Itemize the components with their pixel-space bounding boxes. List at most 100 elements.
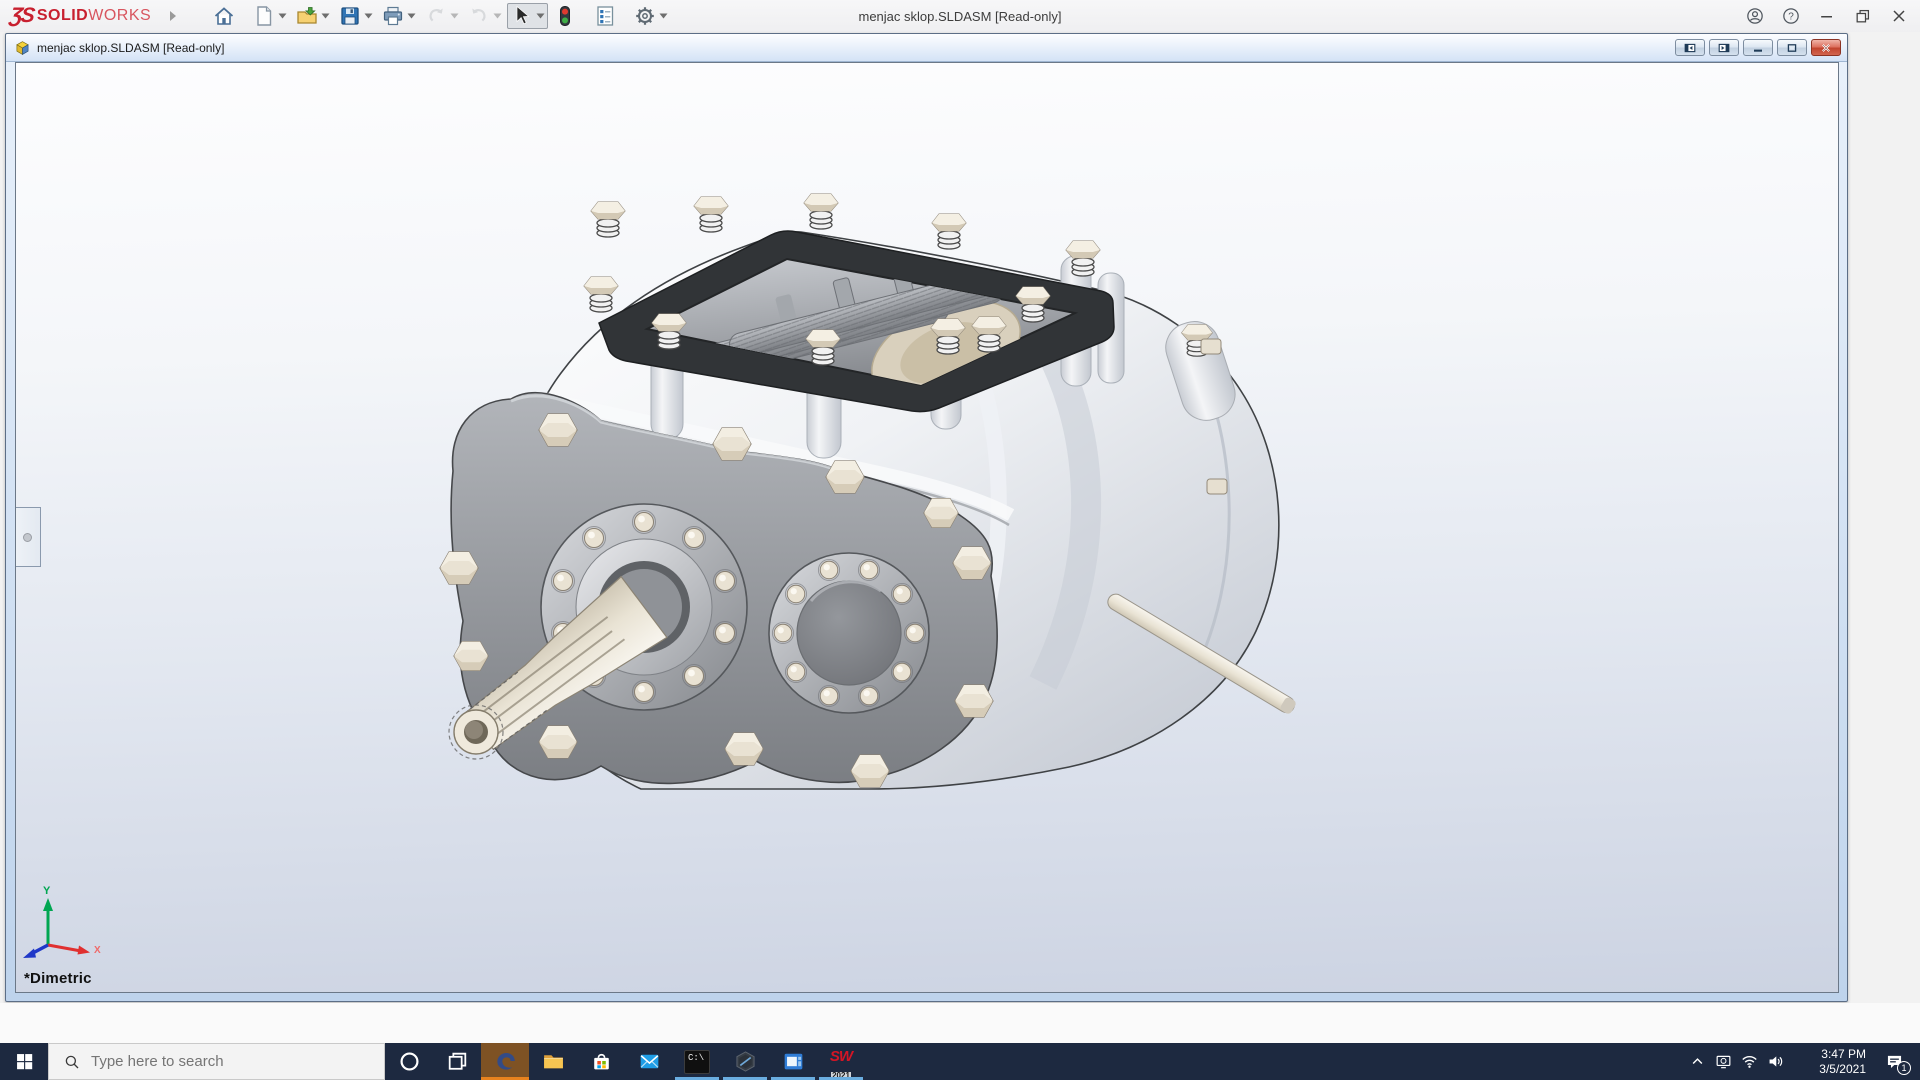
doc-restore-button[interactable] [1777,39,1807,56]
redo-button[interactable] [464,3,505,29]
search-input[interactable] [91,1053,351,1070]
taskbar-clock[interactable]: 3:47 PM 3/5/2021 [1794,1047,1866,1077]
taskbar-media-window-app[interactable] [769,1043,817,1080]
restore-button[interactable] [1848,3,1878,29]
save-button[interactable] [335,3,376,29]
volume-icon [1766,1052,1785,1071]
open-button[interactable] [292,3,333,29]
clock-time: 3:47 PM [1821,1046,1866,1061]
rebuild-icon [553,4,577,28]
taskbar-cortana[interactable] [385,1043,433,1080]
collapsed-panel-tab[interactable] [16,507,41,567]
close-icon [1889,6,1909,26]
doc-minimize-button[interactable] [1743,39,1773,56]
panel-tab-handle-icon [23,532,32,542]
doc-pane-toggle-left-icon [1682,43,1698,53]
print-dropdown-arrow-icon[interactable] [407,13,416,19]
taskbar-mail[interactable] [625,1043,673,1080]
tray-icons [1684,1043,1788,1080]
restore-icon [1853,6,1873,26]
save-icon [338,4,362,28]
document-titlebar[interactable]: menjac sklop.SLDASM [Read-only] [6,34,1847,62]
new-document-button[interactable] [249,3,290,29]
doc-close-button[interactable] [1811,39,1841,56]
taskbar-file-explorer[interactable] [529,1043,577,1080]
options-dropdown-arrow-icon[interactable] [659,13,668,19]
wifi-icon [1740,1052,1759,1071]
file-explorer-icon [541,1049,566,1074]
taskbar-solidworks-2021[interactable]: SW 2021 [817,1043,865,1080]
home-icon [212,4,236,28]
minimize-button[interactable] [1812,3,1842,29]
home-button[interactable] [209,3,239,29]
taskbar-command-prompt[interactable]: C:\ [673,1043,721,1080]
command-prompt-icon: C:\ [684,1049,710,1074]
new-document-dropdown-arrow-icon[interactable] [278,13,287,19]
print-icon [381,4,405,28]
minimize-icon [1817,6,1837,26]
doc-pane-toggle-right-icon [1716,43,1732,53]
gear-icon [633,4,657,28]
notification-badge: 1 [1897,1061,1911,1075]
cortana-icon [397,1049,422,1074]
system-tray: 3:47 PM 3/5/2021 1 [1684,1043,1920,1080]
file-properties-button[interactable] [590,3,620,29]
doc-close-icon [1818,43,1834,53]
print-button[interactable] [378,3,419,29]
tray-hidden-icons-chevron[interactable] [1684,1043,1710,1080]
undo-dropdown-arrow-icon[interactable] [450,13,459,19]
account-button[interactable] [1740,3,1770,29]
solidworks-ds-glyph: ƷS [8,4,35,27]
open-dropdown-arrow-icon[interactable] [321,13,330,19]
doc-pane-toggle-right-button[interactable] [1709,39,1739,56]
microsoft-edge-icon [493,1049,518,1074]
undo-button[interactable] [421,3,462,29]
tray-wifi[interactable] [1736,1043,1762,1080]
taskbar-hexagon-app[interactable] [721,1043,769,1080]
action-center-button[interactable]: 1 [1876,1043,1912,1080]
save-dropdown-arrow-icon[interactable] [364,13,373,19]
quick-access-toolbar [209,3,673,29]
triad-y-label: Y [43,885,51,897]
redo-icon [467,4,491,28]
select-button[interactable] [507,3,549,29]
new-icon [252,4,276,28]
clock-date: 3/5/2021 [1819,1061,1866,1076]
doc-minimize-icon [1750,43,1766,53]
tray-volume[interactable] [1762,1043,1788,1080]
microsoft-store-icon [589,1049,614,1074]
undo-icon [424,4,448,28]
taskbar: C:\ SW2021 3:47 PM 3/5/2021 1 [0,1043,1920,1080]
document-window: menjac sklop.SLDASM [Read-only] Y X *Dim… [5,33,1848,1002]
display-sync-icon [1714,1052,1733,1071]
doc-pane-toggle-left-button[interactable] [1675,39,1705,56]
menu-flyout-arrow[interactable] [169,9,183,23]
hexagon-app-icon [733,1049,758,1074]
options-button[interactable] [630,3,671,29]
brand-solid: SOLID [36,7,89,24]
close-button[interactable] [1884,3,1914,29]
taskbar-task-view[interactable] [433,1043,481,1080]
open-icon [295,4,319,28]
taskbar-microsoft-store[interactable] [577,1043,625,1080]
solidworks-icon: SW 2021 [826,1048,856,1080]
taskbar-search[interactable] [48,1043,385,1080]
document-title-group: menjac sklop.SLDASM [Read-only] [14,40,224,56]
taskbar-microsoft-edge[interactable] [481,1043,529,1080]
select-dropdown-arrow-icon[interactable] [536,13,545,19]
taskbar-apps: C:\ SW 2021 [385,1043,865,1080]
redo-dropdown-arrow-icon[interactable] [493,13,502,19]
graphics-viewport[interactable]: Y X *Dimetric [15,62,1839,993]
select-icon [510,4,534,28]
help-button[interactable] [1776,3,1806,29]
app-title: menjac sklop.SLDASM [Read-only] [858,8,1062,24]
rebuild-button[interactable] [550,3,580,29]
start-button[interactable] [0,1043,48,1080]
app-titlebar[interactable]: ƷS SOLID WORKS menjac sklop.SLDASM [Read-… [0,0,1920,32]
mail-icon [637,1049,662,1074]
gearbox-assembly-model: Y X [23,193,1296,958]
media-window-app-icon [781,1049,806,1074]
doc-restore-icon [1784,43,1800,53]
tray-display-sync[interactable] [1710,1043,1736,1080]
flyout-arrow-icon [170,11,177,21]
